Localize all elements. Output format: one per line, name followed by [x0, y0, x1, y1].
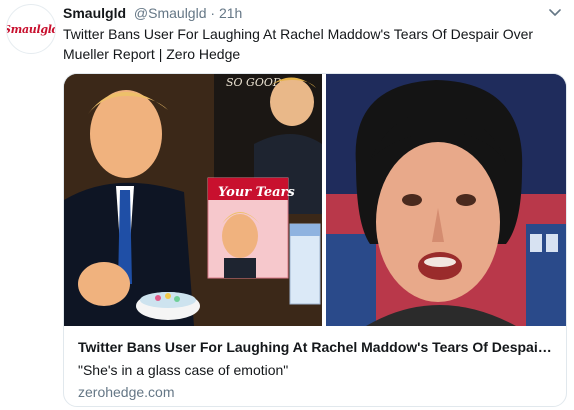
display-name[interactable]: Smaulgld [63, 5, 126, 21]
separator-dot: · [210, 5, 216, 21]
card-image-right [326, 74, 566, 326]
user-handle[interactable]: @Smaulgld [134, 5, 207, 21]
chevron-down-icon[interactable] [546, 4, 564, 22]
card-title[interactable]: Twitter Bans User For Laughing At Rachel… [78, 338, 552, 357]
tweet-header: Smaulgld @Smaulgld · 21h [63, 4, 242, 22]
timestamp[interactable]: 21h [219, 5, 242, 21]
card-image-left: SO GOOD~ Your Tears [64, 74, 322, 326]
link-card[interactable]: SO GOOD~ Your Tears Twitter Bans User Fo… [63, 73, 567, 407]
card-image[interactable]: SO GOOD~ Your Tears [64, 74, 566, 326]
card-description: "She's in a glass case of emotion" [78, 362, 289, 378]
avatar-logo: Smaulgld [6, 22, 55, 36]
tweet[interactable]: Smaulgld Smaulgld @Smaulgld · 21h Twitte… [0, 0, 574, 410]
tweet-text: Twitter Bans User For Laughing At Rachel… [63, 26, 534, 62]
cereal-box-title: Your Tears [218, 185, 295, 200]
avatar[interactable]: Smaulgld [6, 4, 56, 54]
card-body[interactable]: Twitter Bans User For Laughing At Rachel… [64, 326, 566, 406]
card-domain[interactable]: zerohedge.com [78, 382, 552, 402]
